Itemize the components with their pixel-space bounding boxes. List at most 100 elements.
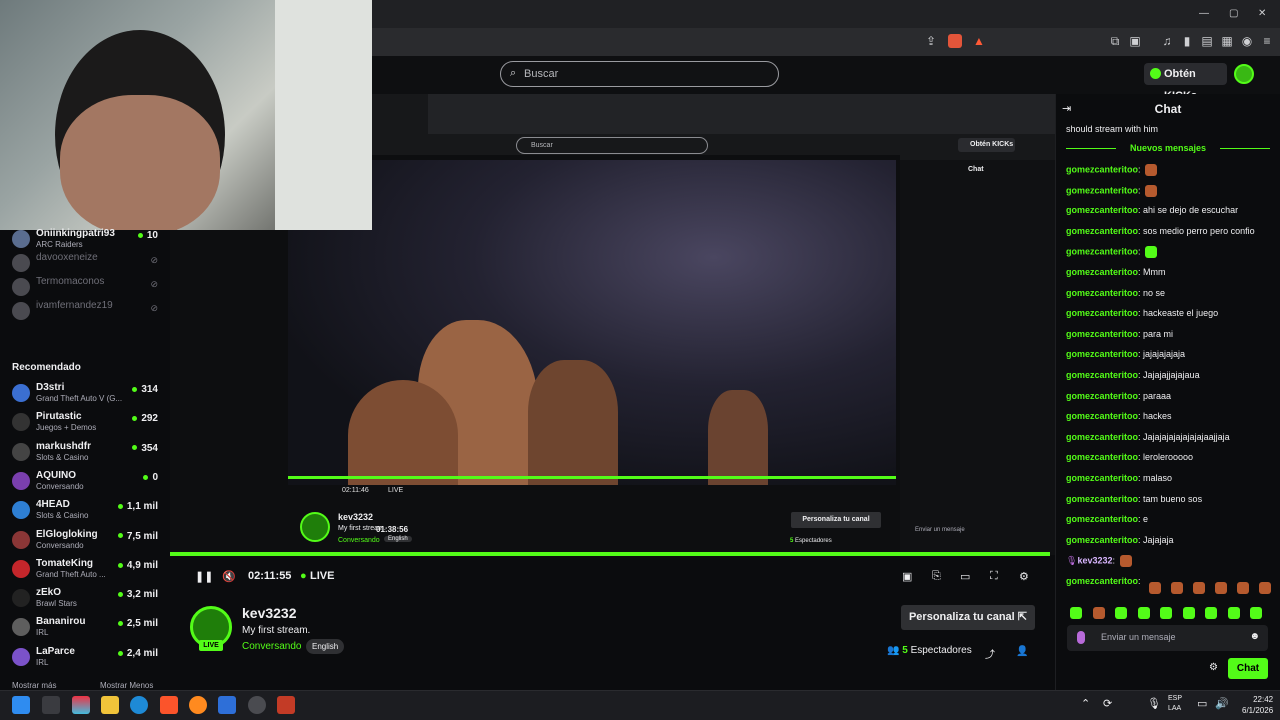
network-icon[interactable]: ▭ [1197,697,1207,710]
chat-username[interactable]: gomezcanteritoo [1066,576,1138,586]
recommended-channel[interactable]: TomateKing Grand Theft Auto ... 4,9 mil [12,558,162,584]
chat-username[interactable]: gomezcanteritoo [1066,349,1138,359]
progress-bar[interactable] [170,552,1050,556]
chat-username[interactable]: gomezcanteritoo [1066,205,1138,215]
menu-icon[interactable]: ≡ [1260,34,1274,48]
emote-icon [1145,184,1158,197]
chat-username[interactable]: gomezcanteritoo [1066,247,1138,257]
chat-username[interactable]: gomezcanteritoo [1066,185,1138,195]
recommended-channel[interactable]: 4HEAD Slots & Casino 1,1 mil [12,499,162,525]
clip-icon[interactable]: ⎘ [932,570,941,583]
user-settings-icon[interactable]: 👤 [1016,646,1028,657]
miniplayer-icon[interactable]: ▣ [902,570,912,583]
share-icon[interactable]: ⇪ [924,34,938,48]
chat-username[interactable]: gomezcanteritoo [1066,432,1138,442]
start-icon[interactable] [12,696,30,714]
close-icon[interactable]: ✕ [1258,8,1266,19]
taskbar-clock[interactable]: 22:42 6/1/2026 [1242,694,1273,716]
rewards-icon[interactable]: ▲ [972,34,986,48]
recommended-channel[interactable]: AQUINO Conversando 0 [12,470,162,496]
file-explorer-icon[interactable] [101,696,119,714]
music-icon[interactable]: ♫ [1160,34,1174,48]
theater-icon[interactable]: ▭ [960,570,970,583]
chat-input[interactable]: Enviar un mensaje ☻ [1067,625,1268,651]
fullscreen-icon[interactable]: ⛶ [990,570,998,583]
followed-channel[interactable]: ivamfernandez19 ⊘ [12,300,162,326]
chat-username[interactable]: gomezcanteritoo [1066,452,1138,462]
chat-settings-icon[interactable]: ⚙ [1209,662,1218,673]
followed-channel[interactable]: davooxeneize ⊘ [12,252,162,278]
chat-send-button[interactable]: Chat [1228,658,1268,679]
chat-username[interactable]: gomezcanteritoo [1066,494,1138,504]
chat-username[interactable]: gomezcanteritoo [1066,164,1138,174]
chat-username[interactable]: gomezcanteritoo [1066,226,1138,236]
viewers-icon: 👥 [887,645,900,656]
channel-avatar [12,501,30,520]
chat-username[interactable]: gomezcanteritoo [1066,288,1138,298]
edge-icon[interactable] [130,696,148,714]
volume-muted-icon[interactable]: 🔇 [222,570,236,583]
kicks-icon [1150,68,1161,79]
chat-username[interactable]: gomezcanteritoo [1066,411,1138,421]
chat-username[interactable]: gomezcanteritoo [1066,535,1138,545]
firefox-icon[interactable] [189,696,207,714]
nested-customize-button: Personaliza tu canal [791,512,881,528]
get-kicks-button[interactable]: Obtén KICKs [1144,63,1227,102]
brave-icon[interactable] [160,696,178,714]
chat-username[interactable]: gomezcanteritoo [1066,514,1138,524]
followed-channel[interactable]: Oniinkingpatri93 ARC Raiders 10 [12,228,162,254]
search-input[interactable]: ⌕ Buscar [500,61,779,87]
maximize-icon[interactable]: ▢ [1229,8,1238,19]
share-icon[interactable]: ⤴ [985,646,995,661]
settings-icon[interactable]: ⚙ [1019,570,1029,583]
recommended-channel[interactable]: zEkO Brawl Stars 3,2 mil [12,587,162,613]
mic-tray-icon[interactable]: 🎙 [1147,697,1161,710]
obs-icon[interactable] [277,696,295,714]
minimize-icon[interactable]: — [1199,8,1209,19]
recommended-channel[interactable]: D3stri Grand Theft Auto V (G... 314 [12,382,162,408]
nested-streamer-avatar [300,512,330,542]
streamer-username[interactable]: kev3232 [242,605,297,621]
sidebar-icon[interactable]: ▮ [1180,34,1194,48]
customize-channel-button[interactable]: Personaliza tu canal ⇱ [901,605,1035,630]
chat-username[interactable]: gomezcanteritoo [1066,473,1138,483]
chat-username[interactable]: gomezcanteritoo [1066,370,1138,380]
task-view-icon[interactable] [42,696,60,714]
screenshot-icon[interactable]: ▣ [1128,34,1142,48]
stream-category[interactable]: Conversando [242,641,301,652]
emote-icon [1070,606,1082,619]
chat-username[interactable]: gomezcanteritoo [1066,329,1138,339]
tray-chevron-icon[interactable]: ⌃ [1081,697,1090,710]
user-avatar[interactable] [1234,64,1254,84]
new-messages-divider[interactable]: Nuevos mensajes [1066,143,1270,153]
recommended-channel[interactable]: Bananirou IRL 2,5 mil [12,616,162,642]
chat-username[interactable]: gomezcanteritoo [1066,267,1138,277]
show-more-link[interactable]: Mostrar más [12,681,56,690]
tabs-icon[interactable]: ▦ [1220,34,1234,48]
recommended-channel[interactable]: Pirutastic Juegos + Demos 292 [12,411,162,437]
mic-icon[interactable] [1077,631,1085,644]
vpn-icon[interactable]: ◉ [1240,34,1254,48]
extensions-icon[interactable]: ⧉ [1108,34,1122,48]
recommended-channel[interactable]: LaParce IRL 2,4 mil [12,646,162,672]
chat-username[interactable]: gomezcanteritoo [1066,308,1138,318]
language-tag[interactable]: English [306,639,345,654]
chat-username[interactable]: gomezcanteritoo [1066,391,1138,401]
chat-text: malaso [1143,473,1173,483]
live-label[interactable]: LIVE [310,570,334,582]
chat-username[interactable]: kev3232 [1077,556,1112,566]
sync-icon[interactable]: ⟳ [1103,697,1112,710]
brave-shield-icon[interactable] [948,34,962,48]
steam-icon[interactable] [248,696,266,714]
volume-icon[interactable]: 🔊 [1215,697,1229,710]
recommended-channel[interactable]: markushdfr Slots & Casino 354 [12,441,162,467]
recommended-channel[interactable]: ElGlogloking Conversando 7,5 mil [12,529,162,555]
show-less-link[interactable]: Mostrar Menos [100,681,153,690]
copilot-icon[interactable] [72,696,90,714]
store-icon[interactable] [218,696,236,714]
followed-channel[interactable]: Termomaconos ⊘ [12,276,162,302]
emoji-icon[interactable]: ☻ [1249,631,1260,642]
wallet-icon[interactable]: ▤ [1200,34,1214,48]
input-language[interactable]: ESP LAA [1168,694,1182,714]
play-pause-icon[interactable]: ❚❚ [195,570,213,583]
